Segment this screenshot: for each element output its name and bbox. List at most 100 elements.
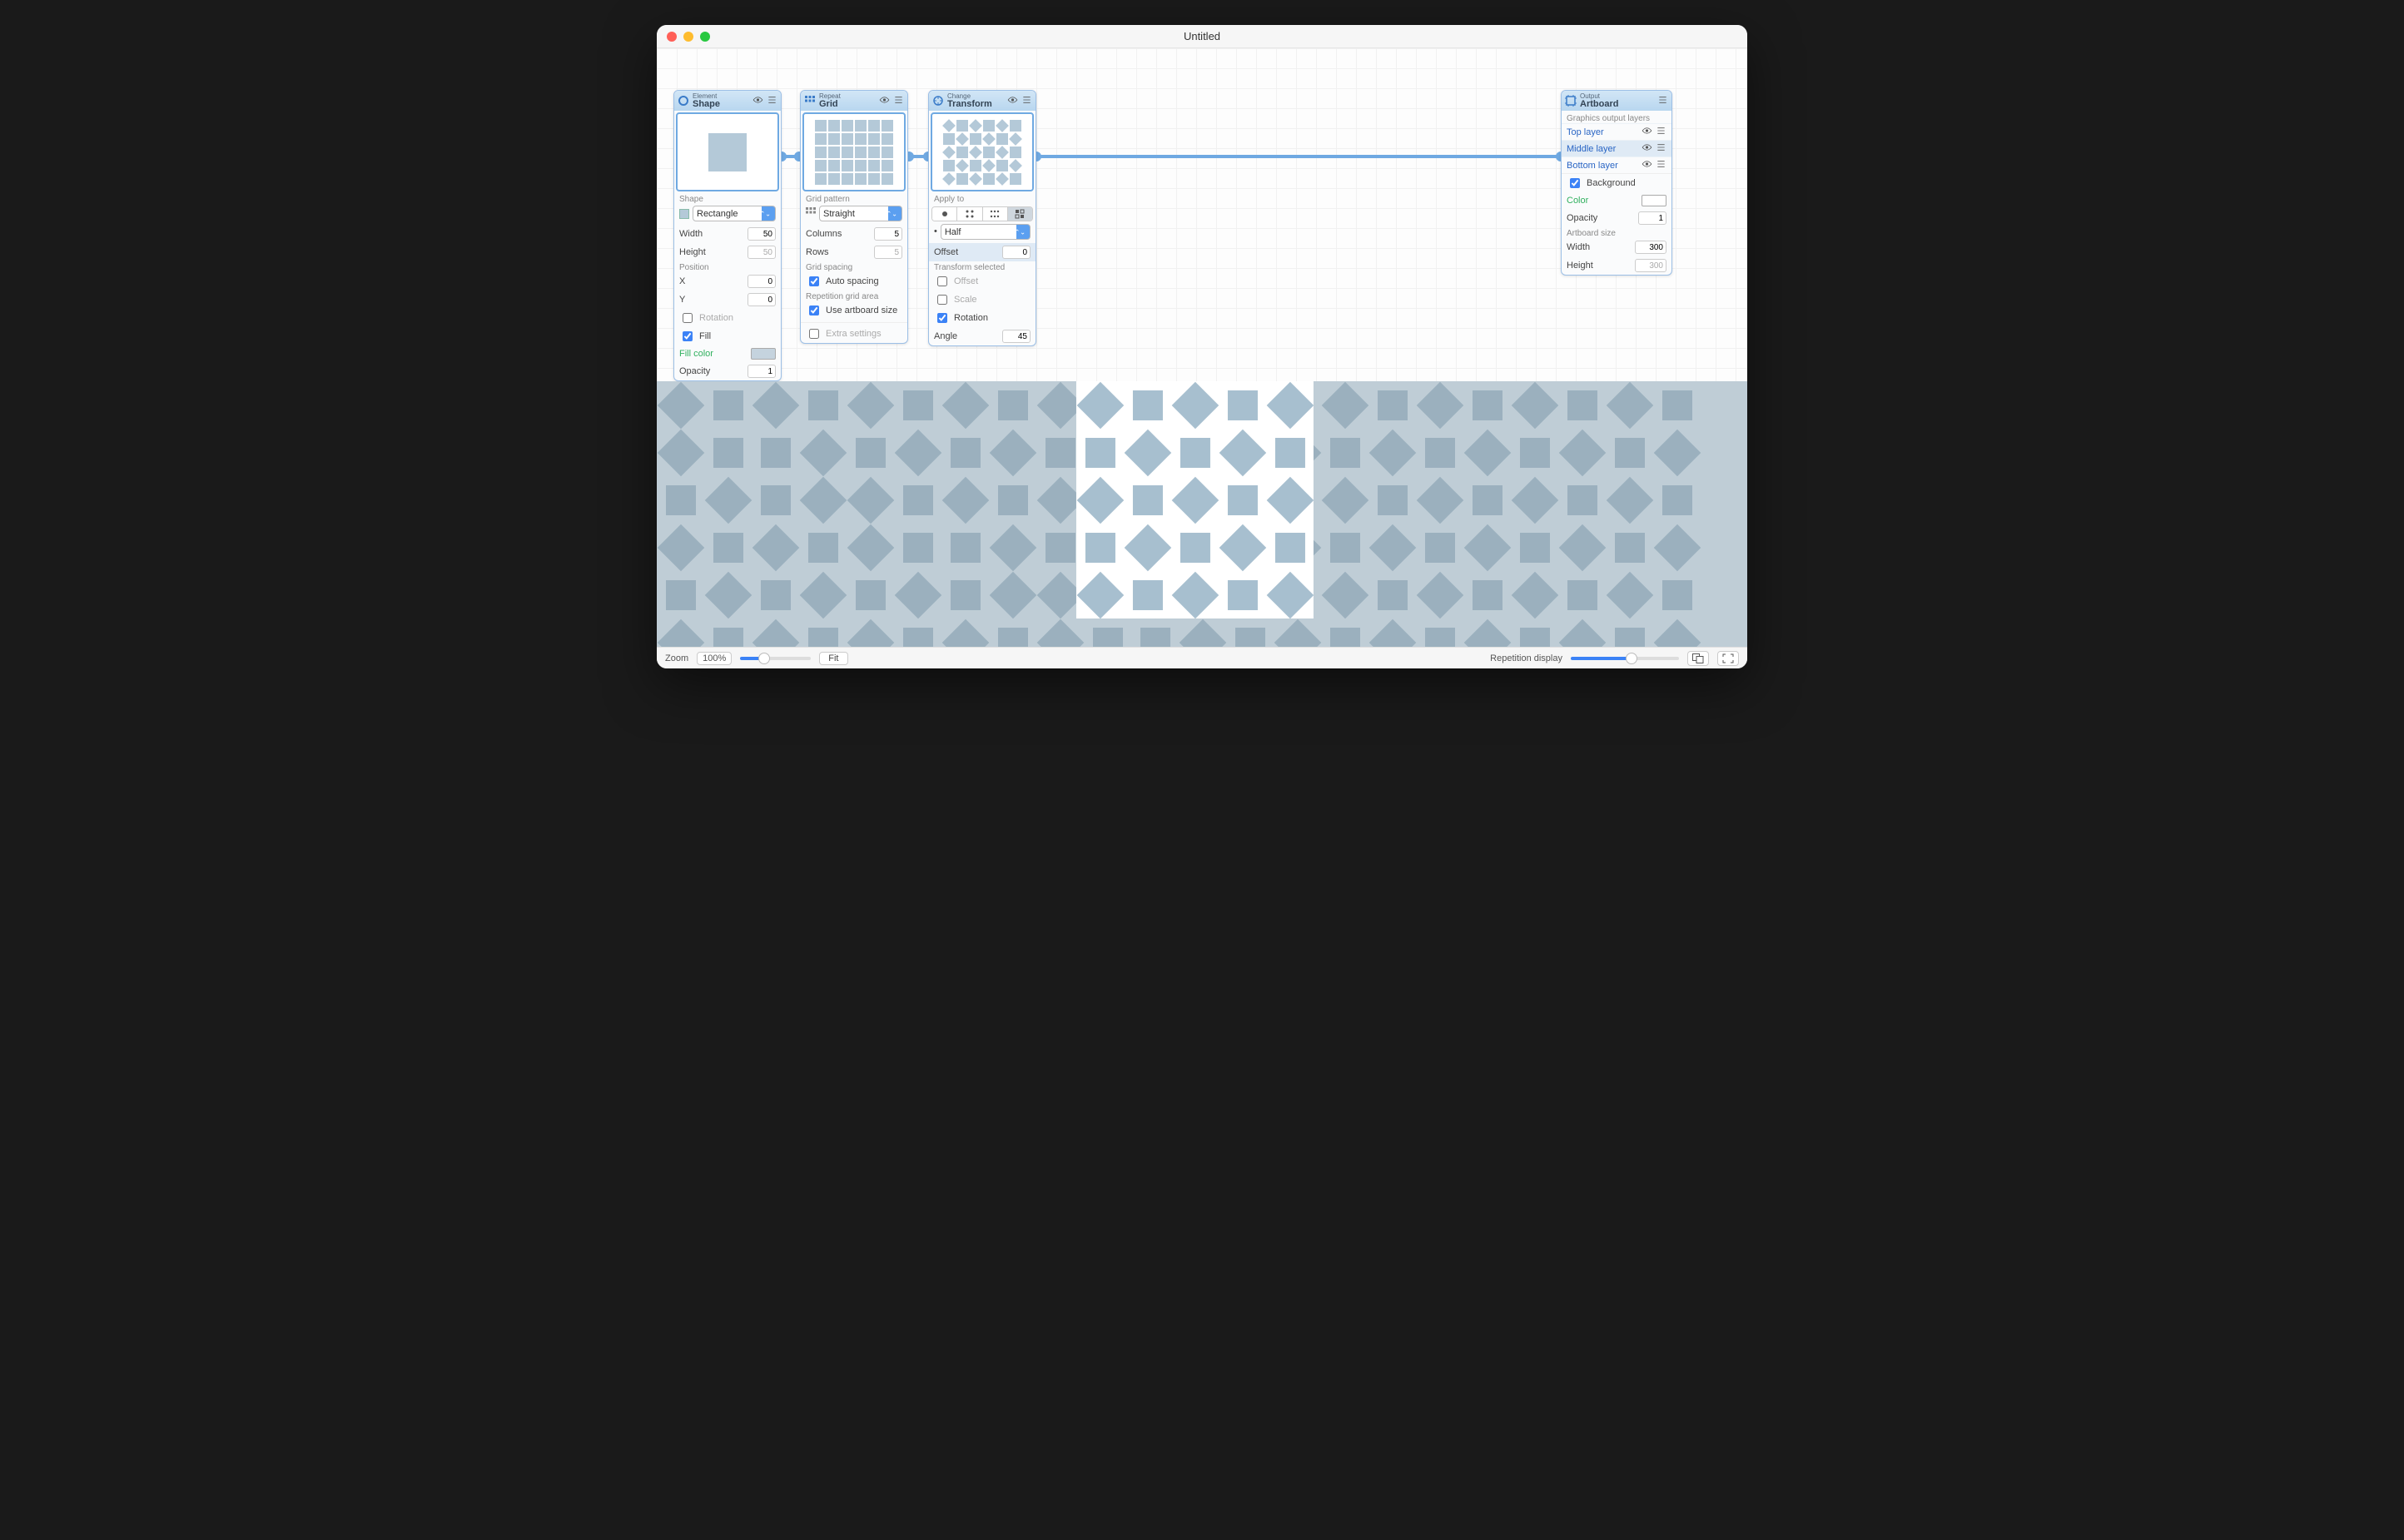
extra-settings-checkbox[interactable] bbox=[809, 329, 819, 339]
columns-row: Columns bbox=[801, 225, 907, 243]
rotation-ck-checkbox[interactable] bbox=[937, 313, 947, 323]
node-grid-header[interactable]: Repeat Grid bbox=[801, 91, 907, 111]
artboard-width-input[interactable] bbox=[1635, 241, 1666, 254]
node-shape[interactable]: Element Shape Shape Rectangle ⌃⌄ bbox=[673, 90, 782, 381]
offset-row: Offset bbox=[929, 243, 1036, 261]
opacity-row: Opacity bbox=[674, 362, 781, 380]
zoom-button[interactable] bbox=[700, 32, 710, 42]
eye-icon[interactable] bbox=[1642, 127, 1652, 137]
artboard-opacity-input[interactable] bbox=[1638, 211, 1666, 225]
scale-checkbox[interactable] bbox=[937, 295, 947, 305]
y-input[interactable] bbox=[748, 293, 776, 306]
section-shape-label: Shape bbox=[674, 193, 781, 204]
eye-icon[interactable] bbox=[879, 96, 890, 107]
fillcolor-swatch[interactable] bbox=[751, 348, 776, 360]
node-grid[interactable]: Repeat Grid bbox=[800, 90, 908, 344]
node-canvas[interactable]: Element Shape Shape Rectangle ⌃⌄ bbox=[657, 48, 1747, 381]
apply-segment[interactable] bbox=[931, 206, 1033, 221]
chevron-updown-icon: ⌃⌄ bbox=[887, 210, 897, 217]
height-label: Height bbox=[679, 247, 706, 257]
section-layers-label: Graphics output layers bbox=[1562, 111, 1671, 123]
traffic-lights bbox=[667, 32, 710, 42]
artboard-color-swatch[interactable] bbox=[1642, 195, 1666, 206]
section-area-label: Repetition grid area bbox=[801, 291, 907, 301]
close-button[interactable] bbox=[667, 32, 677, 42]
columns-label: Columns bbox=[806, 229, 842, 239]
background-label: Background bbox=[1587, 178, 1636, 188]
fit-button[interactable]: Fit bbox=[819, 652, 847, 665]
seg-checker-icon[interactable] bbox=[1008, 207, 1032, 221]
menu-icon[interactable] bbox=[1021, 96, 1032, 107]
use-artboard-checkbox[interactable] bbox=[809, 306, 819, 315]
seg-dots6-icon[interactable] bbox=[983, 207, 1008, 221]
menu-icon[interactable] bbox=[1656, 143, 1666, 154]
chevron-updown-icon: ⌃⌄ bbox=[1015, 228, 1026, 236]
menu-icon[interactable] bbox=[767, 96, 777, 107]
columns-input[interactable] bbox=[874, 227, 902, 241]
node-artboard[interactable]: Output Artboard Graphics output layers T… bbox=[1561, 90, 1672, 276]
width-row: Width bbox=[674, 225, 781, 243]
width-input[interactable] bbox=[748, 227, 776, 241]
seg-dot-icon[interactable] bbox=[932, 207, 957, 221]
auto-spacing-checkbox[interactable] bbox=[809, 276, 819, 286]
x-input[interactable] bbox=[748, 275, 776, 288]
chevron-updown-icon: ⌃⌄ bbox=[760, 210, 771, 217]
rows-label: Rows bbox=[806, 247, 829, 257]
angle-row: Angle bbox=[929, 327, 1036, 345]
node-transform-title: Transform bbox=[947, 100, 1004, 109]
bullet-icon: • bbox=[934, 227, 937, 236]
seg-dots4-icon[interactable] bbox=[957, 207, 982, 221]
artboard-height-row: Height bbox=[1562, 256, 1671, 275]
artboard-height-label: Height bbox=[1567, 261, 1593, 271]
layer-bottom-row[interactable]: Bottom layer bbox=[1562, 156, 1671, 173]
height-row: Height bbox=[674, 243, 781, 261]
straight-icon bbox=[806, 207, 816, 220]
node-transform-preview bbox=[931, 112, 1034, 191]
layer-top-row[interactable]: Top layer bbox=[1562, 123, 1671, 140]
fill-label: Fill bbox=[699, 331, 711, 341]
rotation-checkbox[interactable] bbox=[683, 313, 693, 323]
node-artboard-title: Artboard bbox=[1580, 100, 1654, 109]
layer-middle-row[interactable]: Middle layer bbox=[1562, 140, 1671, 156]
node-shape-header[interactable]: Element Shape bbox=[674, 91, 781, 111]
node-artboard-header[interactable]: Output Artboard bbox=[1562, 91, 1671, 111]
menu-icon[interactable] bbox=[1656, 127, 1666, 137]
eye-icon[interactable] bbox=[1642, 143, 1652, 154]
menu-icon[interactable] bbox=[893, 96, 904, 107]
artboard-opacity-label: Opacity bbox=[1567, 213, 1597, 223]
minimize-button[interactable] bbox=[683, 32, 693, 42]
section-position-label: Position bbox=[674, 261, 781, 272]
background-checkbox[interactable] bbox=[1570, 178, 1580, 188]
zoom-value[interactable]: 100% bbox=[697, 652, 732, 665]
eye-icon[interactable] bbox=[1007, 96, 1018, 107]
fullscreen-icon[interactable] bbox=[1717, 651, 1739, 666]
artboard-icon bbox=[1565, 95, 1577, 107]
section-pattern-label: Grid pattern bbox=[801, 193, 907, 204]
fill-checkbox[interactable] bbox=[683, 331, 693, 341]
repetition-slider[interactable] bbox=[1571, 657, 1679, 660]
menu-icon[interactable] bbox=[1657, 96, 1668, 107]
angle-input[interactable] bbox=[1002, 330, 1031, 343]
use-artboard-label: Use artboard size bbox=[826, 306, 897, 315]
eye-icon[interactable] bbox=[752, 96, 763, 107]
repetition-display-label: Repetition display bbox=[1490, 653, 1562, 663]
node-transform[interactable]: Change Transform bbox=[928, 90, 1036, 346]
menu-icon[interactable] bbox=[1656, 160, 1666, 171]
y-row: Y bbox=[674, 291, 781, 309]
link-transform-artboard bbox=[1036, 155, 1560, 158]
artboard-color-label: Color bbox=[1567, 196, 1588, 206]
opacity-input[interactable] bbox=[748, 365, 776, 378]
opacity-label: Opacity bbox=[679, 366, 710, 376]
rows-input[interactable] bbox=[874, 246, 902, 259]
offset-input[interactable] bbox=[1002, 246, 1031, 259]
extra-settings-label: Extra settings bbox=[826, 329, 882, 339]
window-mode-icon[interactable] bbox=[1687, 651, 1709, 666]
rectangle-icon bbox=[679, 209, 689, 219]
height-input[interactable] bbox=[748, 246, 776, 259]
offset-checkbox[interactable] bbox=[937, 276, 947, 286]
node-transform-header[interactable]: Change Transform bbox=[929, 91, 1036, 111]
eye-icon[interactable] bbox=[1642, 160, 1652, 171]
zoom-slider[interactable] bbox=[740, 657, 811, 660]
x-row: X bbox=[674, 272, 781, 291]
artboard-height-input[interactable] bbox=[1635, 259, 1666, 272]
